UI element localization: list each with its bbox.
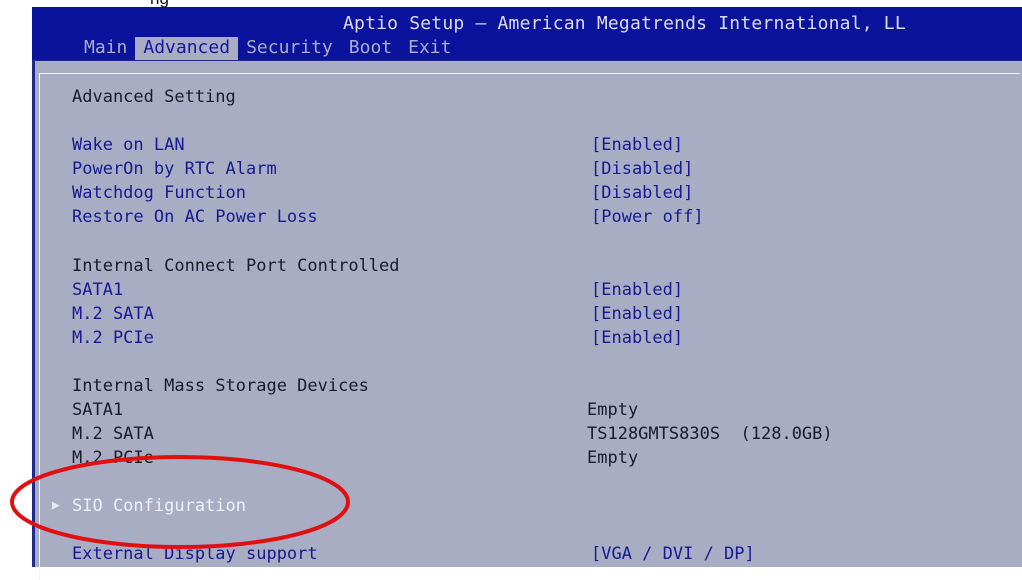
- tab-exit[interactable]: Exit: [400, 37, 459, 61]
- storage-m2sata-value: TS128GMTS830S (128.0GB): [587, 424, 833, 444]
- wake-on-lan-label[interactable]: Wake on LAN: [72, 134, 185, 156]
- watchdog-label[interactable]: Watchdog Function: [72, 182, 246, 204]
- poweron-rtc-value[interactable]: [Disabled]: [591, 158, 693, 180]
- external-display-value[interactable]: [VGA / DVI / DP]: [591, 543, 755, 565]
- caption-text: ng: [150, 0, 169, 7]
- tab-advanced[interactable]: Advanced: [135, 37, 239, 61]
- storage-m2sata-label: M.2 SATA: [72, 424, 154, 444]
- port-sata1-label[interactable]: SATA1: [72, 279, 123, 301]
- storage-m2pcie-label: M.2 PCIe: [72, 448, 154, 468]
- storage-group-title: Internal Mass Storage Devices: [72, 376, 369, 396]
- restore-ac-value[interactable]: [Power off]: [591, 206, 704, 228]
- wake-on-lan-value[interactable]: [Enabled]: [591, 134, 683, 156]
- poweron-rtc-label[interactable]: PowerOn by RTC Alarm: [72, 158, 277, 180]
- port-group-title: Internal Connect Port Controlled: [72, 256, 400, 276]
- tab-main[interactable]: Main: [76, 37, 135, 61]
- restore-ac-label[interactable]: Restore On AC Power Loss: [72, 206, 318, 228]
- section-title: Advanced Setting: [72, 87, 236, 107]
- bios-title: Aptio Setup – American Megatrends Intern…: [343, 13, 906, 34]
- storage-m2pcie-value: Empty: [587, 448, 639, 468]
- port-m2pcie-value[interactable]: [Enabled]: [591, 327, 683, 349]
- watchdog-value[interactable]: [Disabled]: [591, 182, 693, 204]
- storage-sata1-label: SATA1: [72, 400, 124, 420]
- storage-sata1-value: Empty: [587, 400, 639, 420]
- sio-configuration-item[interactable]: SIO Configuration: [72, 495, 246, 517]
- port-m2sata-value[interactable]: [Enabled]: [591, 303, 683, 325]
- submenu-arrow-icon: ▶: [52, 498, 60, 513]
- external-display-label[interactable]: External Display support: [72, 543, 318, 565]
- port-m2pcie-label[interactable]: M.2 PCIe: [72, 327, 154, 349]
- tab-bar: Main Advanced Security Boot Exit: [76, 37, 459, 61]
- port-m2sata-label[interactable]: M.2 SATA: [72, 303, 154, 325]
- port-sata1-value[interactable]: [Enabled]: [591, 279, 683, 301]
- tab-boot[interactable]: Boot: [341, 37, 400, 61]
- tab-security[interactable]: Security: [238, 37, 341, 61]
- bios-header: Aptio Setup – American Megatrends Intern…: [32, 7, 1022, 61]
